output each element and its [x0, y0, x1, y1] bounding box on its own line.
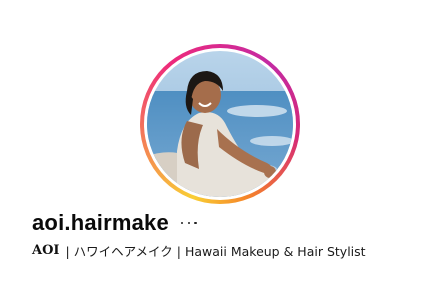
bio-row: AOI | ハワイヘアメイク | Hawaii Makeup & Hair St…	[32, 240, 366, 260]
more-dot	[180, 221, 184, 225]
more-dot	[194, 221, 197, 225]
avatar-photo	[147, 51, 293, 197]
more-horizontal-icon[interactable]	[180, 215, 197, 231]
story-ring[interactable]	[140, 44, 300, 204]
profile-header: aoi.hairmake AOI | ハワイヘアメイク | Hawaii Mak…	[0, 0, 441, 294]
display-name: AOI	[32, 242, 60, 258]
more-dot	[187, 221, 191, 225]
username-row: aoi.hairmake	[32, 208, 197, 238]
username[interactable]: aoi.hairmake	[32, 210, 169, 236]
avatar[interactable]	[147, 51, 293, 197]
story-ring-gap	[144, 48, 296, 200]
bio-text: | ハワイヘアメイク | Hawaii Makeup & Hair Stylis…	[65, 243, 366, 259]
